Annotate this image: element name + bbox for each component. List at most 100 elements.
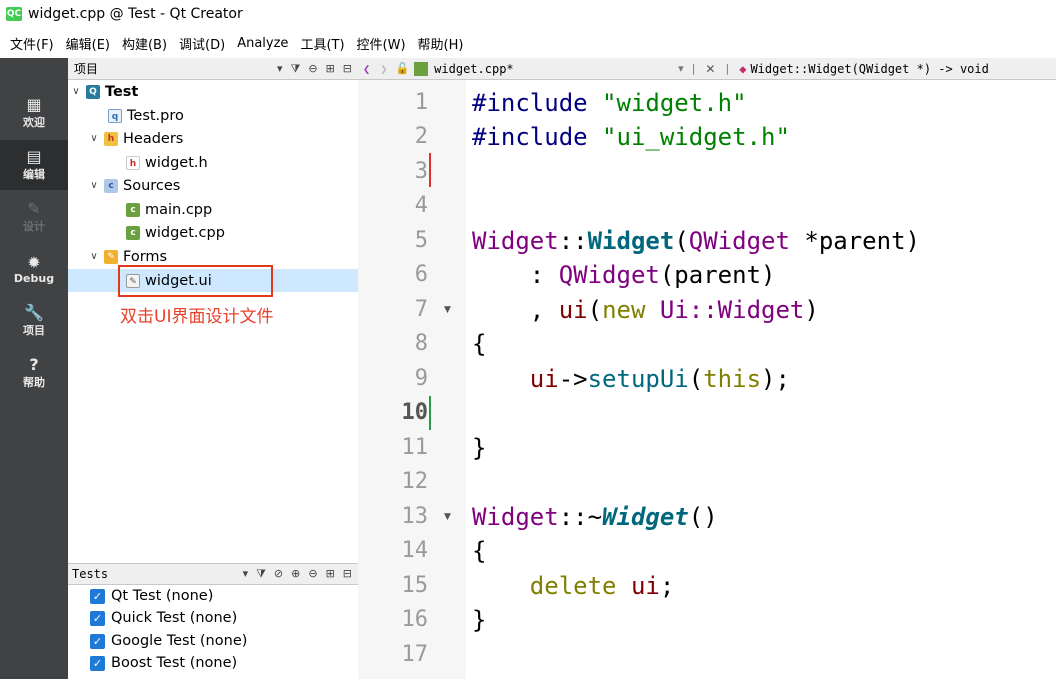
sources-folder-icon: c: [104, 178, 118, 193]
wrench-icon: 🔧: [24, 303, 44, 322]
tree-item-project[interactable]: ∨ Q Test: [68, 80, 358, 103]
constructor-name: Widget: [587, 227, 675, 255]
test-item-quick[interactable]: ✓ Quick Test (none): [90, 607, 237, 629]
line-number: 3: [414, 159, 428, 184]
lock-icon: 🔓: [395, 62, 410, 75]
window-title: widget.cpp @ Test - Qt Creator: [28, 6, 243, 22]
code-line-9: ui->setupUi(this);: [472, 362, 790, 397]
tree-item-label: Test: [105, 83, 139, 100]
mode-projects[interactable]: 🔧 项目: [0, 296, 68, 346]
line-number: 12: [401, 469, 429, 494]
expand-icon[interactable]: ⊕: [291, 567, 300, 581]
tree-item-label: Forms: [123, 248, 168, 265]
tree-item-label: widget.h: [145, 154, 208, 171]
test-item-label: Boost Test (none): [111, 655, 238, 671]
link-icon[interactable]: ⊖: [308, 62, 317, 76]
mode-help[interactable]: ? 帮助: [0, 348, 68, 398]
annotation-text: 双击UI界面设计文件: [120, 307, 274, 327]
header-file-icon: h: [126, 155, 140, 170]
mode-label: 编辑: [23, 168, 45, 181]
view-dropdown-icon[interactable]: ▾: [243, 567, 249, 581]
initializer-comma: ,: [472, 296, 559, 324]
pro-file-icon: q: [108, 108, 122, 123]
pencil-icon: ✎: [27, 199, 41, 218]
tree-item-headers[interactable]: ∨ h Headers: [68, 127, 358, 150]
symbol-selector[interactable]: Widget::Widget(QWidget *) -> void: [750, 62, 988, 76]
chevron-down-icon[interactable]: ∨: [88, 251, 100, 262]
chevron-down-icon[interactable]: ∨: [88, 133, 100, 144]
fold-arrow-icon[interactable]: ▼: [444, 293, 451, 328]
view-dropdown-icon[interactable]: ▾: [277, 62, 283, 76]
mode-edit[interactable]: ▤ 编辑: [0, 140, 68, 190]
mode-debug[interactable]: ✹ Debug: [0, 244, 68, 294]
mode-welcome[interactable]: ▦ 欢迎: [0, 88, 68, 138]
menu-file[interactable]: 文件(F): [4, 34, 60, 53]
checkbox-checked-icon[interactable]: ✓: [90, 633, 105, 649]
parameter: *parent): [789, 227, 920, 255]
line-number: 11: [401, 435, 429, 460]
test-item-qt[interactable]: ✓ Qt Test (none): [90, 585, 213, 607]
scope-operator: ::: [558, 227, 588, 255]
menu-edit[interactable]: 编辑(E): [60, 34, 116, 53]
checkbox-checked-icon[interactable]: ✓: [90, 610, 105, 626]
menu-build[interactable]: 构建(B): [116, 34, 173, 53]
line-number: 4: [414, 193, 428, 218]
bug-icon: ✹: [27, 252, 41, 272]
test-item-google[interactable]: ✓ Google Test (none): [90, 630, 247, 652]
collapse-icon[interactable]: ⊖: [308, 567, 317, 581]
filter-icon[interactable]: ⧩: [256, 567, 266, 581]
menu-tools[interactable]: 工具(T): [294, 34, 350, 53]
change-marker: [429, 153, 431, 187]
line-number: 1: [414, 90, 428, 115]
open-file-selector[interactable]: widget.cpp*: [434, 62, 674, 76]
chevron-down-icon[interactable]: ∨: [88, 180, 100, 191]
checkbox-checked-icon[interactable]: ✓: [90, 588, 105, 604]
mode-label: 帮助: [23, 376, 45, 389]
code-line-2: #include "ui_widget.h": [472, 120, 790, 155]
menu-help[interactable]: 帮助(H): [412, 34, 470, 53]
open-paren: (: [688, 365, 704, 393]
fold-arrow-icon[interactable]: ▼: [444, 500, 451, 535]
close-pane-icon[interactable]: ⊟: [343, 62, 352, 76]
close-pane-icon[interactable]: ⊟: [343, 567, 352, 581]
symbol-icon: ◆: [739, 61, 747, 76]
tree-item-pro-file[interactable]: q Test.pro: [68, 104, 358, 127]
menu-analyze[interactable]: Analyze: [231, 36, 294, 51]
split-icon[interactable]: ⊞: [326, 62, 335, 76]
checkbox-checked-icon[interactable]: ✓: [90, 655, 105, 671]
code-line-11: }: [472, 434, 487, 462]
code-line-15: delete ui;: [472, 569, 675, 604]
tree-item-main-cpp[interactable]: c main.cpp: [68, 198, 358, 221]
projects-pane-title: 项目: [74, 62, 99, 76]
code-line-16: }: [472, 606, 487, 634]
code-line-1: #include "widget.h": [472, 86, 747, 121]
change-marker: [429, 396, 431, 430]
chevron-down-icon[interactable]: ∨: [70, 86, 82, 97]
run-icon[interactable]: ⊘: [274, 567, 283, 581]
test-item-boost[interactable]: ✓ Boost Test (none): [90, 652, 237, 674]
mode-label: 欢迎: [23, 116, 45, 129]
parens: (): [688, 503, 718, 531]
close-file-icon[interactable]: ✕: [699, 62, 721, 76]
back-arrow-icon[interactable]: ❮: [358, 62, 375, 76]
help-icon: ?: [29, 355, 39, 374]
file-dropdown-icon[interactable]: ▾: [674, 62, 688, 75]
line-number: 17: [401, 642, 429, 667]
tree-item-sources[interactable]: ∨ c Sources: [68, 174, 358, 197]
tree-item-widget-h[interactable]: h widget.h: [68, 151, 358, 174]
tree-item-widget-cpp[interactable]: c widget.cpp: [68, 221, 358, 244]
test-item-label: Quick Test (none): [111, 610, 238, 626]
mode-design[interactable]: ✎ 设计: [0, 192, 68, 242]
code-line-7: , ui(new Ui::Widget): [472, 293, 819, 328]
tests-pane-header: Tests ▾ ⧩ ⊘ ⊕ ⊖ ⊞ ⊟: [68, 563, 358, 585]
code-line-5: Widget::Widget(QWidget *parent): [472, 224, 920, 259]
line-number: 5: [414, 228, 428, 253]
line-number: 14: [401, 538, 429, 563]
split-icon[interactable]: ⊞: [326, 567, 335, 581]
forward-arrow-icon[interactable]: ❯: [375, 62, 392, 76]
headers-folder-icon: h: [104, 131, 118, 146]
mode-label: 设计: [23, 220, 45, 233]
menu-debug[interactable]: 调试(D): [173, 34, 231, 53]
filter-icon[interactable]: ⧩: [291, 62, 301, 76]
menu-controls[interactable]: 控件(W): [351, 34, 412, 53]
